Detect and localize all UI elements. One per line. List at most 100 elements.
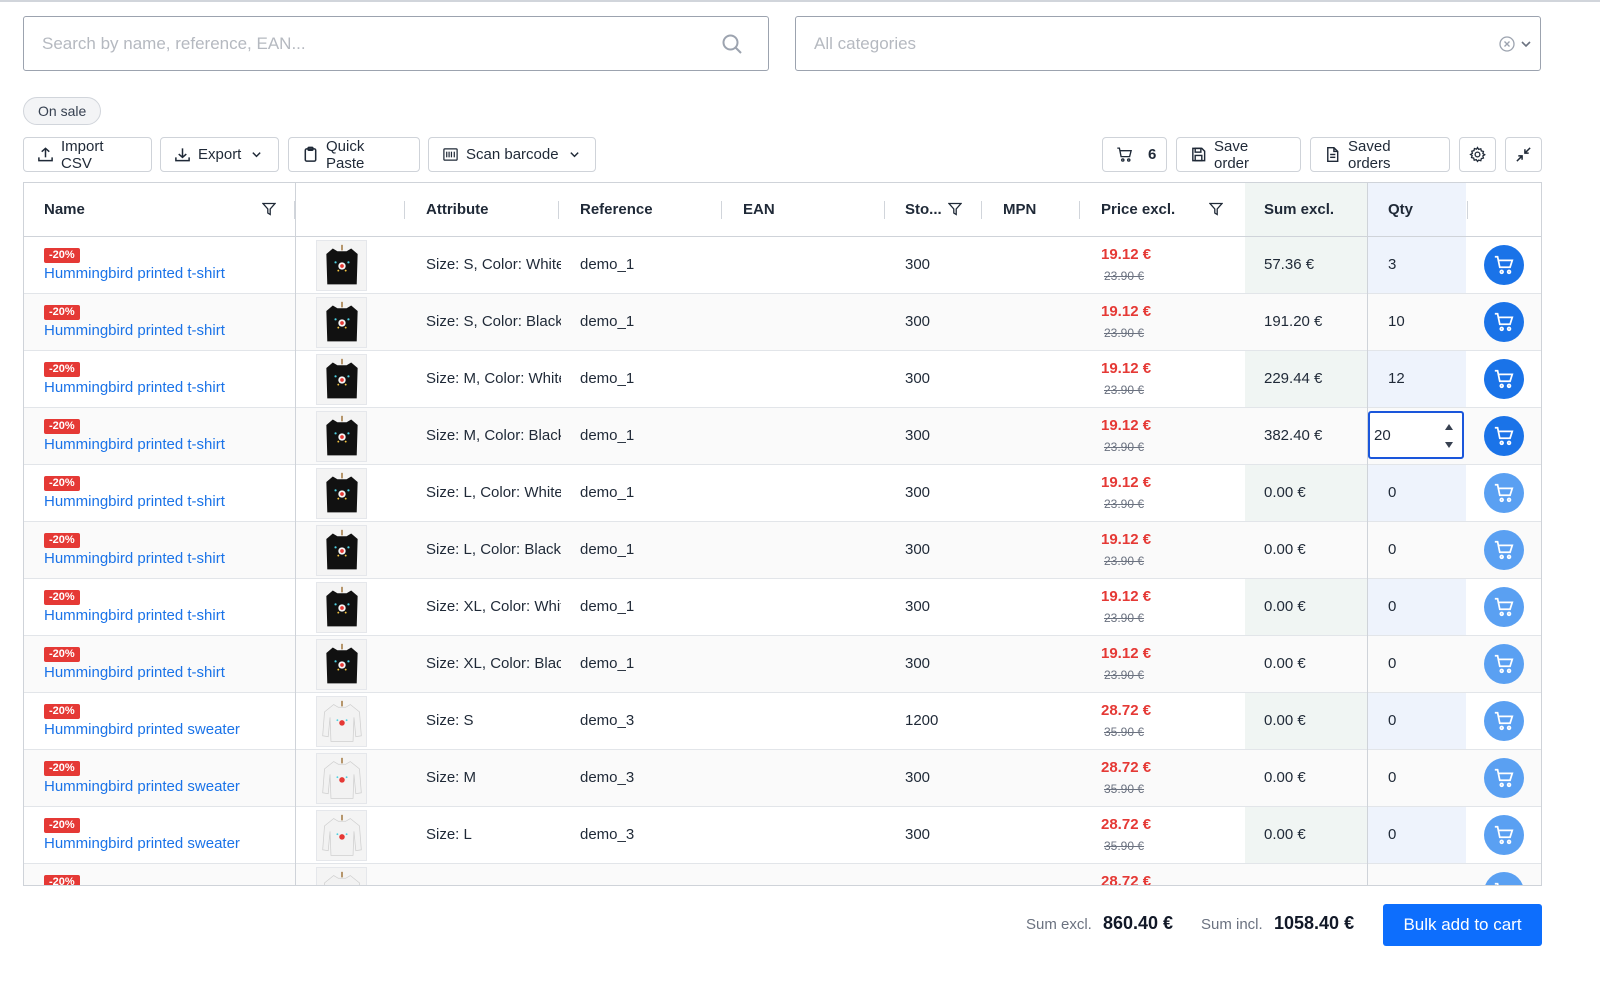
qty-cell[interactable]: 12 xyxy=(1388,351,1405,407)
column-separator[interactable] xyxy=(721,201,722,219)
add-to-cart-button[interactable] xyxy=(1484,359,1524,399)
table-row: -20% Hummingbird printed t-shirt Size: XL,… xyxy=(24,579,1541,636)
product-thumbnail[interactable] xyxy=(316,468,367,519)
add-to-cart-button[interactable] xyxy=(1484,872,1524,885)
search-icon[interactable] xyxy=(720,32,744,56)
product-name-link[interactable]: Hummingbird printed t-shirt xyxy=(44,322,225,339)
category-select[interactable]: All categories xyxy=(795,16,1541,71)
product-thumbnail[interactable] xyxy=(316,411,367,462)
add-to-cart-button[interactable] xyxy=(1484,302,1524,342)
settings-button[interactable] xyxy=(1459,137,1496,172)
add-to-cart-button[interactable] xyxy=(1484,473,1524,513)
table-row: -20% Hummingbird printed t-shirt Size: S, … xyxy=(24,237,1541,294)
saved-orders-button[interactable]: Saved orders xyxy=(1310,137,1450,172)
scan-barcode-button[interactable]: Scan barcode xyxy=(428,137,596,172)
column-separator[interactable] xyxy=(558,201,559,219)
product-thumbnail[interactable] xyxy=(316,297,367,348)
header-price[interactable]: Price excl. xyxy=(1101,183,1175,236)
product-name-link[interactable]: Hummingbird printed sweater xyxy=(44,778,240,795)
qty-cell[interactable]: 3 xyxy=(1388,237,1396,293)
add-to-cart-button[interactable] xyxy=(1484,701,1524,741)
sum-cell: 0.00 € xyxy=(1264,598,1306,615)
table-row: -20% Hummingbird printed sweater Size: L de… xyxy=(24,807,1541,864)
header-reference[interactable]: Reference xyxy=(580,183,653,236)
add-to-cart-button[interactable] xyxy=(1484,416,1524,456)
column-separator[interactable] xyxy=(1079,201,1080,219)
collapse-button[interactable] xyxy=(1505,137,1542,172)
column-separator[interactable] xyxy=(1467,201,1468,219)
product-thumbnail[interactable] xyxy=(316,810,367,861)
product-name-link[interactable]: Hummingbird printed t-shirt xyxy=(44,664,225,681)
quick-paste-button[interactable]: Quick Paste xyxy=(288,137,420,172)
on-sale-chip[interactable]: On sale xyxy=(23,97,102,125)
qty-cell[interactable]: 0 xyxy=(1388,579,1396,635)
header-sum[interactable]: Sum excl. xyxy=(1264,183,1334,236)
product-name-link[interactable]: Hummingbird printed t-shirt xyxy=(44,607,225,624)
qty-cell[interactable]: 0 xyxy=(1388,750,1396,806)
decrement-icon[interactable] xyxy=(1444,441,1454,449)
chevron-down-icon[interactable] xyxy=(1520,38,1532,50)
qty-cell[interactable]: 0 xyxy=(1388,465,1396,521)
product-name-link[interactable]: Hummingbird printed t-shirt xyxy=(44,379,225,396)
product-thumbnail[interactable] xyxy=(316,696,367,747)
chevron-down-icon xyxy=(569,152,579,158)
qty-cell[interactable]: 0 xyxy=(1388,636,1396,692)
discount-badge: -20% xyxy=(44,590,80,605)
filter-icon[interactable] xyxy=(262,202,276,216)
qty-cell[interactable]: 0 xyxy=(1388,522,1396,578)
qty-cell[interactable]: 0 xyxy=(1388,807,1396,863)
add-to-cart-button[interactable] xyxy=(1484,758,1524,798)
original-price: 35.90 € xyxy=(1104,782,1145,796)
header-ean[interactable]: EAN xyxy=(743,183,775,236)
table-row: -20% 28.72 € xyxy=(24,864,1541,885)
product-thumbnail[interactable] xyxy=(316,582,367,633)
header-qty[interactable]: Qty xyxy=(1388,183,1413,236)
search-field[interactable] xyxy=(23,16,769,71)
column-separator[interactable] xyxy=(981,201,982,219)
product-thumbnail[interactable] xyxy=(316,753,367,804)
product-name-link[interactable]: Hummingbird printed sweater xyxy=(44,721,240,738)
product-thumbnail[interactable] xyxy=(316,867,367,885)
add-to-cart-button[interactable] xyxy=(1484,587,1524,627)
column-separator[interactable] xyxy=(404,201,405,219)
product-thumbnail[interactable] xyxy=(316,639,367,690)
product-thumbnail[interactable] xyxy=(316,525,367,576)
column-separator[interactable] xyxy=(884,201,885,219)
filter-icon[interactable] xyxy=(1209,202,1223,216)
export-button[interactable]: Export xyxy=(160,137,279,172)
product-name-link[interactable]: Hummingbird printed t-shirt xyxy=(44,436,225,453)
product-thumbnail[interactable] xyxy=(316,240,367,291)
table-row: -20% Hummingbird printed t-shirt Size: S, … xyxy=(24,294,1541,351)
add-to-cart-button[interactable] xyxy=(1484,815,1524,855)
qty-cell[interactable]: 0 xyxy=(1388,693,1396,749)
discount-badge: -20% xyxy=(44,647,80,662)
header-stock[interactable]: Sto... xyxy=(905,183,942,236)
increment-icon[interactable] xyxy=(1444,423,1454,431)
stock-cell: 300 xyxy=(905,598,931,615)
product-name-link[interactable]: Hummingbird printed t-shirt xyxy=(44,550,225,567)
add-to-cart-button[interactable] xyxy=(1484,644,1524,684)
qty-cell[interactable]: 10 xyxy=(1388,294,1405,350)
barcode-icon xyxy=(443,148,458,161)
import-csv-button[interactable]: Import CSV xyxy=(23,137,152,172)
tshirt-image xyxy=(325,415,358,455)
add-to-cart-button[interactable] xyxy=(1484,245,1524,285)
header-mpn[interactable]: MPN xyxy=(1003,183,1036,236)
product-name-link[interactable]: Hummingbird printed t-shirt xyxy=(44,265,225,282)
search-input[interactable] xyxy=(24,17,674,70)
save-order-button[interactable]: Save order xyxy=(1176,137,1301,172)
bulk-add-to-cart-button[interactable]: Bulk add to cart xyxy=(1383,904,1542,946)
filter-icon[interactable] xyxy=(948,202,962,216)
stock-cell: 300 xyxy=(905,427,931,444)
clear-icon[interactable] xyxy=(1499,36,1515,52)
product-name-link[interactable]: Hummingbird printed sweater xyxy=(44,835,240,852)
header-attribute[interactable]: Attribute xyxy=(426,183,489,236)
add-to-cart-button[interactable] xyxy=(1484,530,1524,570)
cart-button[interactable]: 6 xyxy=(1102,137,1167,172)
qty-input[interactable]: 20 xyxy=(1368,411,1464,459)
stock-cell: 1200 xyxy=(905,712,939,729)
header-name[interactable]: Name xyxy=(44,183,85,236)
product-thumbnail[interactable] xyxy=(316,354,367,405)
saved-orders-label: Saved orders xyxy=(1348,137,1391,172)
product-name-link[interactable]: Hummingbird printed t-shirt xyxy=(44,493,225,510)
